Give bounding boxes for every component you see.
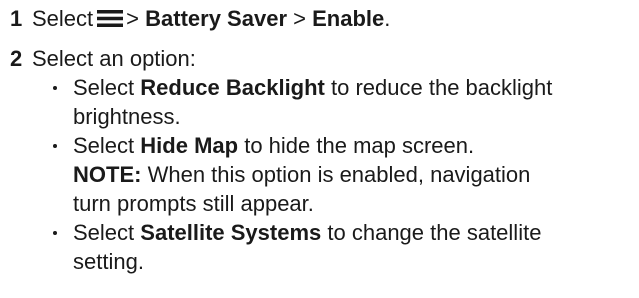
step-number: 1 [10, 6, 23, 31]
step-text: Select > Battery Saver > Enable. [32, 4, 390, 33]
menu-item-battery-saver: Battery Saver [145, 6, 288, 31]
bullet-dot [53, 144, 57, 148]
note-text-continued: turn prompts still appear. [73, 191, 314, 216]
bullet-dot [53, 231, 57, 235]
option-description-continued: brightness. [73, 104, 181, 129]
period: . [384, 6, 391, 31]
note-text: When this option is enabled, navigation [147, 162, 531, 187]
select-word: Select [32, 6, 94, 31]
list-item-text: Select Satellite Systems to change the s… [73, 218, 633, 276]
step-number: 2 [10, 46, 23, 71]
separator: > [293, 6, 306, 31]
menu-icon [97, 10, 124, 27]
list-item-text: Select Reduce Backlight to reduce the ba… [73, 73, 633, 131]
option-name: Hide Map [140, 133, 239, 158]
select-word: Select [73, 220, 135, 245]
step-text: Select an option: [32, 46, 196, 71]
option-description: to hide the map screen. [244, 133, 475, 158]
bullet-dot [53, 86, 57, 90]
option-name: Reduce Backlight [140, 75, 325, 100]
select-word: Select [73, 75, 135, 100]
option-description: to reduce the backlight [331, 75, 553, 100]
menu-item-enable: Enable [312, 6, 385, 31]
select-word: Select [73, 133, 135, 158]
option-description: to change the satellite [327, 220, 542, 245]
list-item-text: Select Hide Map to hide the map screen. … [73, 131, 633, 218]
option-name: Satellite Systems [140, 220, 322, 245]
separator: > [126, 6, 140, 31]
note-label: NOTE: [73, 162, 142, 187]
option-description-continued: setting. [73, 249, 144, 274]
